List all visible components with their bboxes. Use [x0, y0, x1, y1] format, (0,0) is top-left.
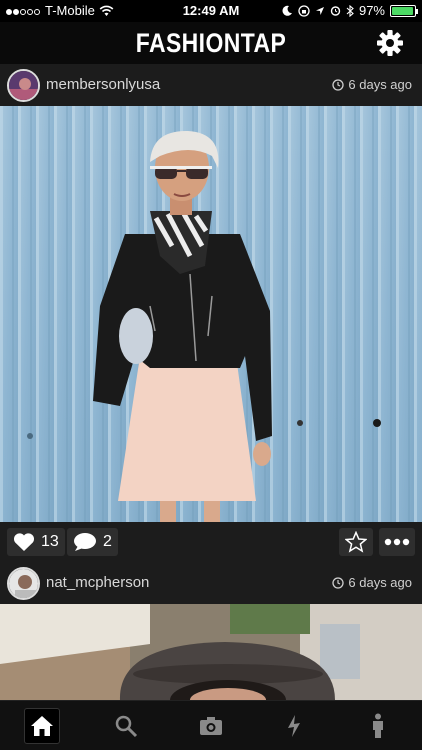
- user-avatar[interactable]: [7, 69, 40, 102]
- bottom-tab-bar: [0, 700, 422, 750]
- post-username[interactable]: nat_mcpherson: [46, 574, 149, 591]
- post-time-ago: 6 days ago: [348, 575, 412, 590]
- post-username[interactable]: membersonlyusa: [46, 76, 160, 93]
- user-avatar[interactable]: [7, 567, 40, 600]
- home-icon: [31, 716, 53, 736]
- tab-activity[interactable]: [276, 708, 312, 744]
- post-timestamp: 6 days ago: [332, 77, 412, 92]
- lightning-icon: [288, 715, 300, 737]
- battery-icon: [390, 4, 418, 17]
- bluetooth-icon: [346, 4, 354, 17]
- star-icon: [345, 531, 367, 553]
- alarm-icon: [330, 6, 341, 16]
- settings-gear-icon[interactable]: [376, 29, 404, 57]
- favorite-button[interactable]: [339, 528, 373, 556]
- tab-camera[interactable]: [193, 708, 229, 744]
- battery-percent: 97%: [358, 3, 385, 18]
- post-action-bar: 13 2: [0, 522, 422, 562]
- post-photo[interactable]: [0, 604, 422, 700]
- post-header: nat_mcpherson 6 days ago: [0, 562, 422, 604]
- app-title: FASHIONTAP: [135, 28, 287, 58]
- location-icon: [315, 6, 324, 15]
- clock-icon: [332, 78, 345, 91]
- post-photo[interactable]: [0, 106, 422, 522]
- camera-icon: [200, 717, 222, 735]
- more-dots-icon: [384, 538, 410, 546]
- tab-profile[interactable]: [360, 708, 396, 744]
- status-bar: T-Mobile 12:49 AM 97%: [0, 0, 422, 22]
- tab-search[interactable]: [108, 708, 144, 744]
- like-button[interactable]: 13: [7, 528, 65, 556]
- post-time-ago: 6 days ago: [348, 77, 412, 92]
- app-header: FASHIONTAP: [0, 22, 422, 64]
- more-options-button[interactable]: [379, 528, 415, 556]
- heart-icon: [13, 533, 35, 551]
- speech-bubble-icon: [74, 533, 96, 551]
- like-count: 13: [41, 533, 59, 550]
- tab-home[interactable]: [24, 708, 60, 744]
- clock-icon: [332, 576, 345, 589]
- moon-icon: [282, 5, 292, 16]
- search-icon: [115, 715, 138, 738]
- comment-count: 2: [103, 533, 112, 550]
- rotation-lock-icon: [298, 4, 310, 17]
- post-timestamp: 6 days ago: [332, 575, 412, 590]
- person-icon: [373, 713, 383, 738]
- comment-button[interactable]: 2: [67, 528, 118, 556]
- post-header: membersonlyusa 6 days ago: [0, 64, 422, 106]
